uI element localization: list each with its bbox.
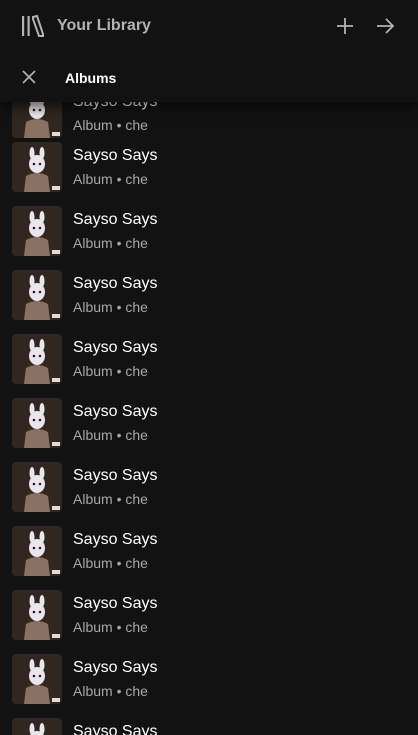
plus-icon[interactable]: [333, 14, 357, 38]
album-row[interactable]: Sayso Says Album • che: [0, 328, 418, 392]
album-title: Sayso Says: [73, 595, 158, 612]
album-title: Sayso Says: [73, 723, 158, 735]
library-icon[interactable]: [20, 14, 46, 38]
album-cover: [12, 142, 62, 192]
album-row[interactable]: Sayso Says Album • che: [0, 584, 418, 648]
album-cover: [12, 206, 62, 256]
album-subtitle: Album • che: [73, 427, 148, 443]
album-title: Sayso Says: [73, 339, 158, 356]
album-row[interactable]: Sayso Says Album • che: [0, 136, 418, 200]
album-subtitle: Album • che: [73, 491, 148, 507]
filter-label[interactable]: Albums: [65, 69, 116, 87]
album-title: Sayso Says: [73, 211, 158, 228]
arrow-right-icon[interactable]: [373, 14, 397, 38]
album-title: Sayso Says: [73, 403, 158, 420]
close-icon[interactable]: [18, 66, 40, 88]
album-subtitle: Album • che: [73, 683, 148, 699]
album-row[interactable]: Sayso Says Album • che: [0, 520, 418, 584]
album-subtitle: Album • che: [73, 235, 148, 251]
library-title[interactable]: Your Library: [57, 16, 151, 36]
album-subtitle: Album • che: [73, 171, 148, 187]
album-cover: [12, 526, 62, 576]
album-cover: [12, 398, 62, 448]
album-row[interactable]: Sayso Says Album • che: [0, 456, 418, 520]
album-subtitle: Album • che: [73, 299, 148, 315]
album-cover: [12, 718, 62, 735]
album-subtitle: Album • che: [73, 117, 148, 133]
library-header: Your Library Albums: [0, 0, 418, 102]
album-cover: [12, 270, 62, 320]
album-subtitle: Album • che: [73, 363, 148, 379]
album-row[interactable]: Sayso Says: [0, 712, 418, 735]
album-cover: [12, 590, 62, 640]
album-row[interactable]: Sayso Says Album • che: [0, 648, 418, 712]
album-subtitle: Album • che: [73, 555, 148, 571]
album-row[interactable]: Sayso Says Album • che: [0, 392, 418, 456]
album-subtitle: Album • che: [73, 619, 148, 635]
album-cover: [12, 654, 62, 704]
album-row[interactable]: Sayso Says Album • che: [0, 200, 418, 264]
album-cover: [12, 334, 62, 384]
album-title: Sayso Says: [73, 467, 158, 484]
album-cover: [12, 462, 62, 512]
album-title: Sayso Says: [73, 275, 158, 292]
album-title: Sayso Says: [73, 659, 158, 676]
album-row[interactable]: Sayso Says Album • che: [0, 264, 418, 328]
album-title: Sayso Says: [73, 531, 158, 548]
album-title: Sayso Says: [73, 147, 158, 164]
